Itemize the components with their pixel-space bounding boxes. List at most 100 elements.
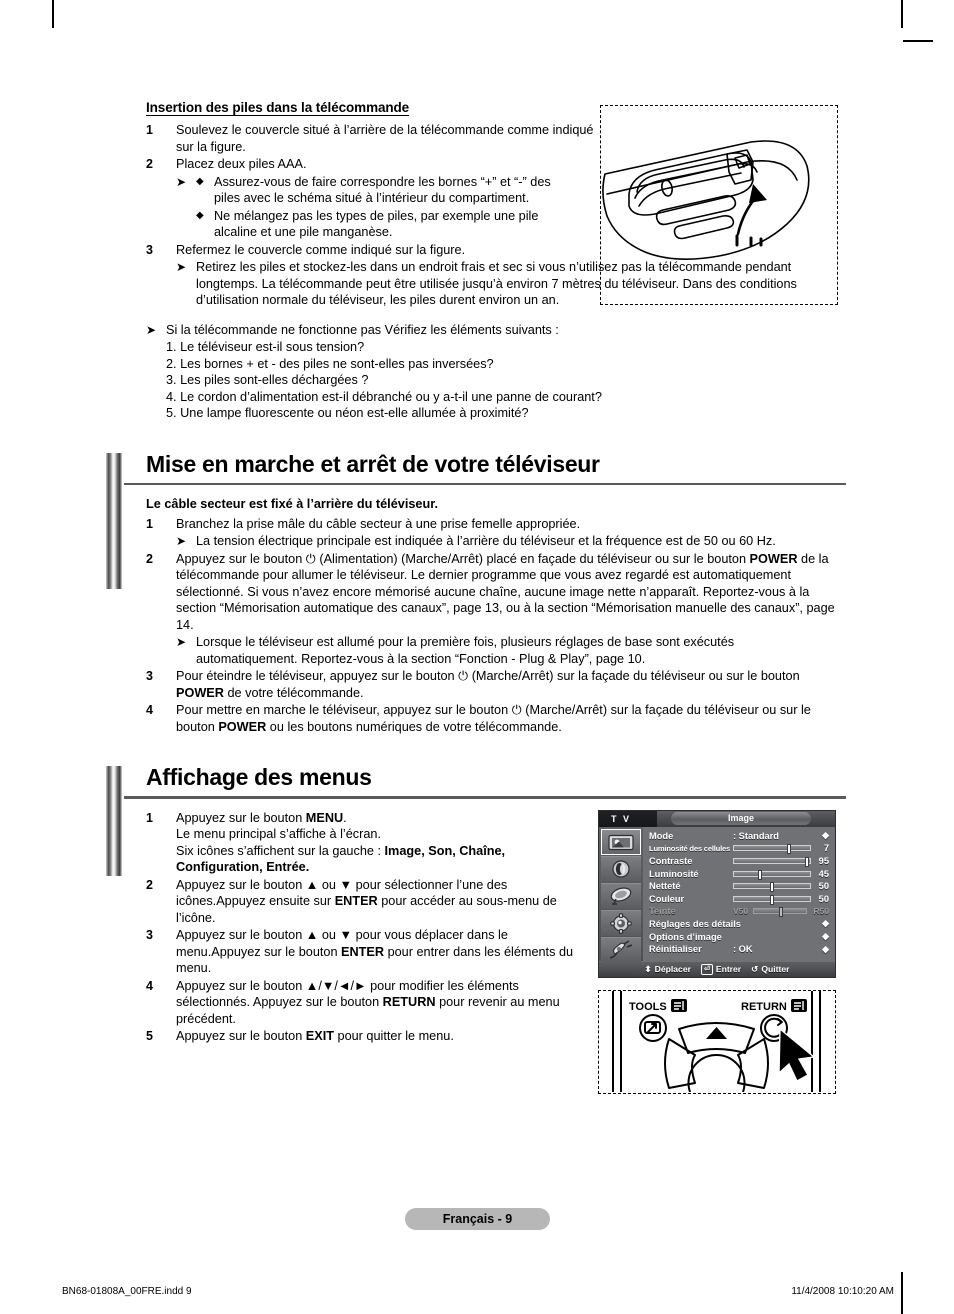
- plug-icon-glyph: [609, 940, 633, 959]
- step-number: 1: [146, 123, 153, 137]
- step-text-part-b: pour quitter le menu.: [333, 1029, 454, 1043]
- osd-row-label: Réinitialiser: [649, 944, 702, 955]
- osd-titlebar: T V Image: [599, 810, 835, 827]
- step-text: Appuyez sur le bouton ▲ ou ▼ pour vous d…: [176, 927, 591, 977]
- menu-step-1: 1 Appuyez sur le bouton MENU. Le menu pr…: [146, 810, 598, 876]
- osd-slider[interactable]: [733, 844, 811, 855]
- slider-track: [733, 882, 811, 893]
- troubleshoot-item: 3. Les piles sont-elles déchargées ?: [166, 373, 369, 387]
- diamond-marker-icon: ◆: [822, 918, 829, 929]
- cursor-pointer-icon: [778, 1027, 816, 1082]
- crop-mark-bottom-right: [901, 1272, 903, 1314]
- note-text: Lorsque le téléviseur est allumé pour la…: [196, 635, 735, 666]
- section-accent-bar: [106, 766, 122, 876]
- step-text: Pour éteindre le téléviseur, appuyez sur…: [176, 668, 846, 701]
- power-symbol-icon: ⏻: [305, 551, 316, 566]
- slider-knob[interactable]: [758, 869, 763, 880]
- osd-row-cell-brightness[interactable]: Luminosité des cellules 7: [649, 842, 829, 855]
- slider-knob[interactable]: [787, 844, 792, 855]
- menu-button-label: MENU: [305, 810, 344, 825]
- osd-slider[interactable]: [733, 894, 811, 905]
- bullet-text: Assurez-vous de faire correspondre les b…: [214, 174, 551, 206]
- osd-row-label: Couleur: [649, 893, 685, 904]
- picture-icon[interactable]: [601, 828, 641, 855]
- slider-knob: [778, 907, 783, 918]
- section-rule: [124, 482, 846, 485]
- osd-row-mode[interactable]: Mode : Standard ◆: [649, 830, 829, 843]
- hint-move-label: Déplacer: [654, 964, 691, 974]
- osd-slider[interactable]: [733, 869, 811, 880]
- slider-knob[interactable]: [805, 856, 810, 867]
- battery-step-3: 3 Refermez le couvercle comme indiqué su…: [146, 242, 846, 259]
- hint-exit: ↺ Quitter: [751, 964, 789, 975]
- osd-row-reset[interactable]: Réinitialiser : OK ◆: [649, 943, 829, 956]
- slider-knob[interactable]: [770, 894, 775, 905]
- input-icon[interactable]: [601, 936, 641, 963]
- menu-section-title: Affichage des menus: [146, 764, 372, 790]
- crop-mark-top-right: [901, 0, 903, 28]
- troubleshoot-item: 5. Une lampe fluorescente ou néon est-el…: [166, 406, 529, 420]
- menu-figures-column: T V Image Mode: Standard ◆ Luminosité d…: [598, 809, 846, 1094]
- note-text: La tension électrique principale est ind…: [196, 534, 776, 548]
- arrow-bullet-icon: ➤: [146, 322, 157, 337]
- note-text: Retirez les piles et stockez-les dans un…: [196, 260, 797, 307]
- troubleshoot-item: 2. Les bornes + et - des piles ne sont-e…: [166, 356, 494, 371]
- osd-row-brightness[interactable]: Luminosité 45: [649, 867, 829, 880]
- step-text-part-a: Pour mettre en marche le téléviseur, app…: [176, 703, 512, 717]
- footer-filename: BN68-01808A_00FRE.indd 9: [62, 1286, 192, 1297]
- slider-track: [733, 844, 811, 855]
- menu-step-3: 3 Appuyez sur le bouton ▲ ou ▼ pour vous…: [146, 927, 598, 977]
- step-number: 1: [146, 516, 153, 531]
- osd-slider[interactable]: [733, 882, 811, 893]
- osd-slider[interactable]: [733, 856, 811, 867]
- step-text: Appuyez sur le bouton ▲ ou ▼ pour sélect…: [176, 877, 591, 927]
- setup-icon[interactable]: [601, 909, 641, 936]
- osd-tv-label: T V: [599, 810, 657, 827]
- gear-icon-glyph: [610, 912, 632, 934]
- step-text-part-b: (Alimentation) (Marche/Arrêt) placé en f…: [315, 551, 750, 566]
- step1-line3-a: Six icônes s’affichent sur la gauche :: [176, 843, 385, 858]
- picture-icon-glyph: [608, 834, 634, 850]
- slider-track: [733, 869, 811, 880]
- power-section: Mise en marche et arrêt de votre télévis…: [106, 450, 846, 736]
- crop-mark-top-right-horizontal: [903, 40, 933, 42]
- osd-menu-title: Image: [671, 812, 811, 825]
- osd-row-label: Teinte: [649, 906, 676, 917]
- power-symbol-icon: ⏻: [511, 703, 522, 717]
- step-number: 5: [146, 1029, 153, 1043]
- menu-step-5: 5 Appuyez sur le bouton EXIT pour quitte…: [146, 1028, 598, 1045]
- osd-row-value: 95: [818, 855, 829, 866]
- osd-row-label: Netteté: [649, 881, 681, 892]
- arrow-bullet-icon: ➤: [176, 635, 187, 649]
- osd-row-value: 7: [823, 843, 829, 854]
- diamond-bullet-icon: ◆: [196, 209, 204, 221]
- channel-icon[interactable]: [601, 882, 641, 909]
- step-text: Appuyez sur le bouton ▲/▼/◄/► pour modif…: [176, 978, 591, 1028]
- return-button-label: RETURN: [382, 995, 436, 1009]
- hint-move: ⬍ Déplacer: [644, 964, 691, 975]
- osd-row-contrast[interactable]: Contraste 95: [649, 855, 829, 868]
- arrow-spacer: [176, 208, 196, 241]
- step-text-part-c: de votre télécommande.: [223, 685, 364, 700]
- osd-row-picture-options[interactable]: Options d’image ◆: [649, 930, 829, 943]
- step-text: Appuyez sur le bouton ⏻ (Alimentation) (…: [176, 551, 846, 634]
- power-step-3: 3 Pour éteindre le téléviseur, appuyez s…: [146, 668, 846, 701]
- step-text-part-c: ou les boutons numériques de votre téléc…: [266, 719, 562, 734]
- step-number: 2: [146, 877, 153, 892]
- battery-step-1: 1 Soulevez le couvercle situé à l’arrièr…: [146, 122, 846, 155]
- battery-section-heading: Insertion des piles dans la télécommande: [146, 100, 410, 115]
- osd-row-label: Réglages des détails: [649, 918, 741, 929]
- osd-row-value: 45: [818, 868, 829, 879]
- arrow-bullet-icon: ➤: [176, 174, 187, 189]
- step-text: Appuyez sur le bouton MENU. Le menu prin…: [176, 810, 591, 876]
- osd-row-colour[interactable]: Couleur 50: [649, 892, 829, 905]
- sound-icon[interactable]: [601, 855, 641, 882]
- step-text: Placez deux piles AAA.: [176, 157, 307, 171]
- power-button-label: POWER: [176, 685, 224, 700]
- osd-row-sharpness[interactable]: Netteté 50: [649, 880, 829, 893]
- step-text-part-a: Appuyez sur le bouton: [176, 810, 306, 825]
- step-number: 3: [146, 928, 153, 942]
- osd-row-detail-settings[interactable]: Réglages des détails ◆: [649, 918, 829, 931]
- step-number: 4: [146, 703, 153, 717]
- slider-knob[interactable]: [770, 882, 775, 893]
